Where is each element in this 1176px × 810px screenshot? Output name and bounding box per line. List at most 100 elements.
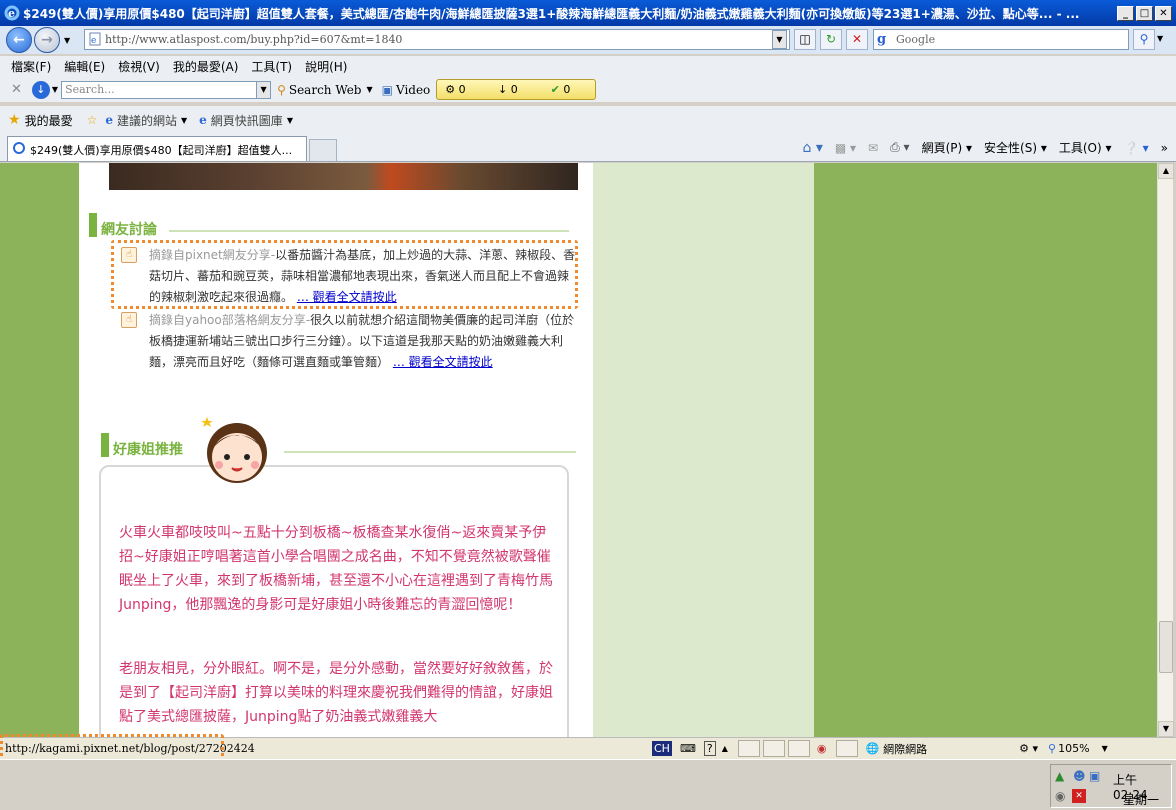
search-web-dropdown-icon[interactable]: ▼ — [366, 85, 372, 94]
navigation-bar: ← → ▼ e http://www.atlaspost.com/buy.php… — [0, 26, 1176, 54]
search-options-icon[interactable]: ▼ — [1157, 34, 1163, 43]
thumbs-up-icon: ☝ — [121, 312, 137, 328]
tray-antivirus-icon[interactable]: ✕ — [1072, 789, 1086, 803]
web-slice-gallery-button[interactable]: 網頁快訊圖庫 — [211, 112, 283, 129]
page-menu-label: 網頁(P) — [921, 141, 963, 155]
favorites-star-icon: ★ — [8, 112, 21, 128]
internet-zone-icon: 🌐 — [865, 742, 880, 755]
suggested-sites-icon: e — [105, 113, 113, 127]
web-slice-dropdown-icon[interactable]: ▼ — [287, 116, 293, 125]
safety-menu-label: 安全性(S) — [984, 141, 1037, 155]
protected-mode-icon[interactable]: ⚙ ▾ — [1019, 742, 1038, 755]
menu-tools[interactable]: 工具(T) — [251, 58, 292, 75]
tab-current[interactable]: $249(雙人價)享用原價$480【起司洋廚】超值雙人... — [7, 136, 307, 161]
tools-menu[interactable]: 工具(O) ▾ — [1059, 139, 1112, 156]
toolbar-close-icon[interactable]: ✕ — [11, 82, 22, 97]
favorites-button[interactable]: 我的最愛 — [25, 112, 73, 129]
home-icon[interactable]: ⌂ ▾ — [802, 140, 822, 156]
toolbar-counters: ⚙ 0 ↓ 0 ✔ 0 — [436, 79, 597, 100]
safety-menu[interactable]: 安全性(S) ▾ — [984, 139, 1047, 156]
vertical-scrollbar[interactable]: ▲ ▼ — [1157, 163, 1174, 737]
toolbar-search-input[interactable]: Search... ▼ — [61, 80, 272, 99]
mascot-girl-icon — [201, 417, 267, 483]
zoom-icon[interactable]: ⚲ — [1048, 742, 1056, 755]
system-tray: ▲ ☻ ▣ ◉ ✕ 上午 02:24 星期一 — [1050, 764, 1172, 808]
stop-icon[interactable]: ✕ — [846, 29, 868, 50]
scroll-thumb[interactable] — [1159, 621, 1173, 673]
forward-button[interactable]: → — [34, 27, 60, 53]
web-slice-icon: e — [199, 113, 207, 127]
comment-2-read-more-link[interactable]: … 觀看全文請按此 — [393, 355, 493, 369]
toolbar-logo-dropdown-icon[interactable]: ▼ — [52, 85, 58, 94]
address-bar[interactable]: e http://www.atlaspost.com/buy.php?id=60… — [84, 29, 790, 50]
menu-view[interactable]: 檢視(V) — [118, 58, 160, 75]
print-icon[interactable]: ⎙ ▾ — [890, 140, 909, 155]
menu-favorites[interactable]: 我的最愛(A) — [173, 58, 239, 75]
counter-checks[interactable]: ✔ 0 — [543, 83, 596, 96]
comment-2: 摘錄自yahoo部落格網友分享-很久以前就想介紹這間物美價廉的起司洋廚（位於板橋… — [149, 310, 577, 373]
zoom-dropdown-icon[interactable]: ▼ — [1102, 744, 1108, 753]
page-content: 網友討論 ☝ 摘錄自pixnet網友分享-以番茄醬汁為基底，加上炒過的大蒜、洋蔥… — [79, 163, 593, 737]
address-dropdown[interactable]: ▼ — [772, 30, 787, 49]
magnifier-icon: ⚲ — [277, 82, 286, 97]
search-toolbar: ✕ ↓ ▼ Search... ▼ ⚲ Search Web ▼ ▣ Video… — [0, 77, 1176, 102]
scroll-up-icon[interactable]: ▲ — [1158, 163, 1174, 179]
recent-pages-dropdown-icon[interactable]: ▼ — [64, 36, 70, 45]
new-tab-button[interactable] — [309, 139, 337, 161]
search-web-button[interactable]: Search Web — [289, 83, 362, 97]
page-side-panel — [593, 163, 814, 737]
suggested-sites-dropdown-icon[interactable]: ▼ — [181, 116, 187, 125]
toolbar-search-dropdown[interactable]: ▼ — [256, 80, 272, 99]
address-text: http://www.atlaspost.com/buy.php?id=607&… — [105, 33, 403, 46]
suggested-sites-button[interactable]: 建議的網站 — [117, 112, 177, 129]
minimize-button[interactable]: _ — [1117, 5, 1134, 21]
discussion-bar — [89, 213, 97, 237]
add-favorites-icon[interactable]: ☆ — [87, 113, 98, 127]
video-button[interactable]: Video — [396, 83, 430, 97]
clock-day[interactable]: 星期一 — [1123, 791, 1159, 808]
back-button[interactable]: ← — [6, 27, 32, 53]
video-icon: ▣ — [381, 82, 393, 97]
counter-downloads[interactable]: ↓ 0 — [490, 83, 543, 96]
chevron-more-icon[interactable]: » — [1161, 141, 1168, 155]
comment-1: 摘錄自pixnet網友分享-以番茄醬汁為基底，加上炒過的大蒜、洋蔥、辣椒段、香菇… — [149, 245, 577, 308]
recommend-bar — [101, 433, 109, 457]
mail-icon[interactable]: ✉ — [868, 141, 878, 155]
refresh-icon[interactable]: ↻ — [820, 29, 842, 50]
compatibility-view-icon[interactable]: ◫ — [794, 29, 816, 50]
tray-users-icon[interactable]: ☻ — [1073, 769, 1086, 783]
tab-label: $249(雙人價)享用原價$480【起司洋廚】超值雙人... — [30, 144, 293, 157]
feeds-icon[interactable]: ▩ ▾ — [835, 141, 856, 155]
privacy-icon[interactable]: ◉ — [817, 742, 827, 755]
toolbar-logo-icon[interactable]: ↓ — [31, 80, 50, 99]
zoom-level[interactable]: 105% — [1058, 742, 1089, 755]
search-box[interactable]: g Google — [873, 29, 1129, 50]
close-window-button[interactable]: ✕ — [1155, 5, 1172, 21]
menu-help[interactable]: 說明(H) — [305, 58, 347, 75]
window-titlebar[interactable]: e $249(雙人價)享用原價$480【起司洋廚】超值雙人套餐，美式總匯/杏鮑牛… — [0, 0, 1176, 26]
menu-edit[interactable]: 編輯(E) — [64, 58, 105, 75]
keyboard-icon[interactable]: ⌨ — [680, 742, 696, 755]
ime-indicator[interactable]: CH — [652, 741, 672, 756]
counter-popups[interactable]: ⚙ 0 — [437, 83, 490, 96]
comment-1-read-more-link[interactable]: … 觀看全文請按此 — [297, 290, 397, 304]
page-icon: e — [89, 32, 101, 46]
help-icon[interactable]: ❔ ▾ — [1124, 141, 1149, 155]
tab-page-icon — [13, 142, 25, 154]
maximize-button[interactable]: □ — [1136, 5, 1153, 21]
tray-display-icon[interactable]: ▣ — [1089, 769, 1100, 783]
story-paragraph-1: 火車火車都吱吱叫~五點十分到板橋~板橋查某水復俏~返來賣某予伊招~好康姐正哼唱著… — [119, 525, 553, 613]
search-icon[interactable]: ⚲ — [1133, 29, 1155, 50]
scroll-down-icon[interactable]: ▼ — [1158, 721, 1174, 737]
ime-menu-icon[interactable]: ▲ — [722, 744, 728, 753]
tray-network-icon[interactable]: ▲ — [1055, 769, 1064, 783]
comment-2-source: 摘錄自yahoo部落格網友分享- — [149, 313, 311, 327]
ime-help-icon[interactable]: ? — [703, 741, 716, 756]
status-cell — [787, 740, 810, 757]
menu-file[interactable]: 檔案(F) — [11, 58, 51, 75]
counter-checks-value: 0 — [563, 83, 571, 96]
tray-security-icon[interactable]: ◉ — [1055, 789, 1065, 803]
story-paragraph-2: 老朋友相見，分外眼紅。啊不是，是分外感動，當然要好好敘敘舊，於是到了【起司洋廚】… — [119, 661, 553, 725]
page-menu[interactable]: 網頁(P) ▾ — [922, 139, 972, 156]
discussion-title: 網友討論 — [101, 222, 157, 238]
